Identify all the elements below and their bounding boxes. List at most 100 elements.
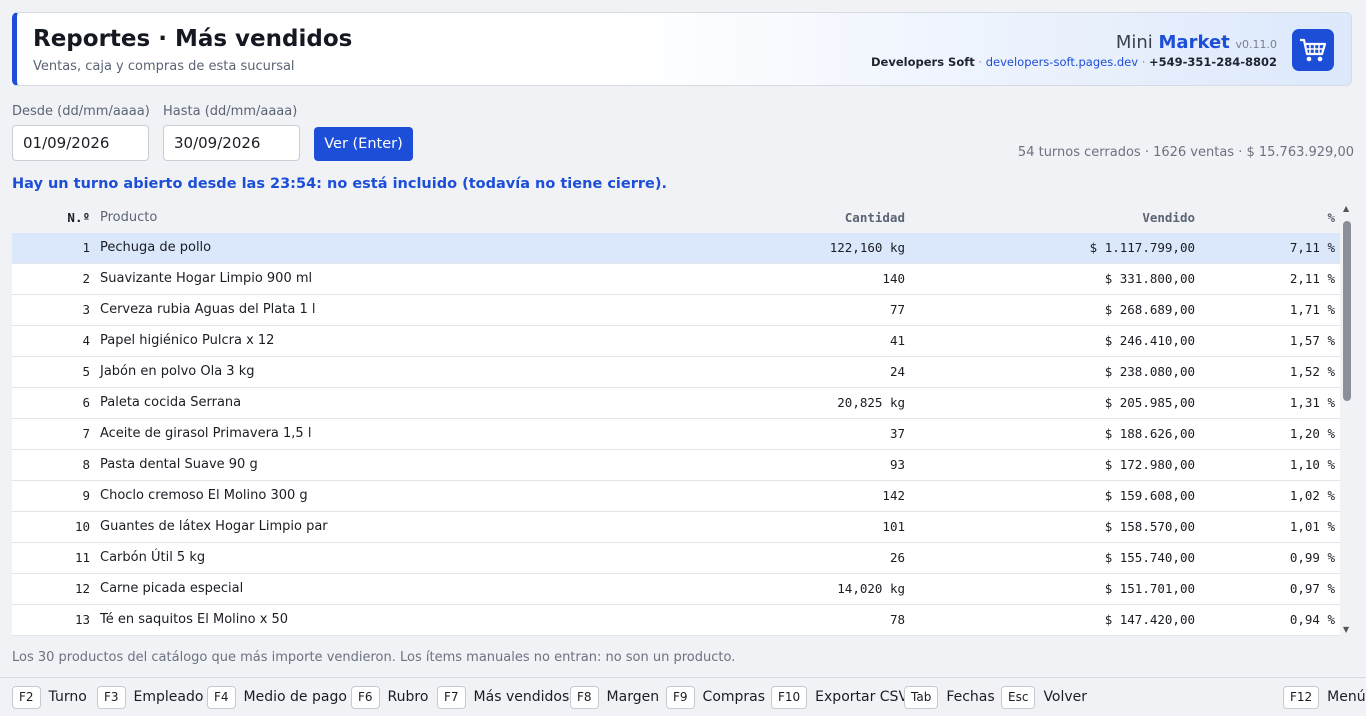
shortcut-f9[interactable]: F9 Compras bbox=[666, 684, 765, 710]
table-row[interactable]: 3 Cerveza rubia Aguas del Plata 1 l 77 $ 26… bbox=[12, 295, 1340, 326]
shortcut-f10[interactable]: F10 Exportar CSV bbox=[771, 684, 908, 710]
header-product[interactable]: Producto bbox=[100, 202, 157, 233]
table-row[interactable]: 11 Carbón Útil 5 kg 26 $ 155.740,00 0,99 % bbox=[12, 543, 1340, 574]
shortcut-label: Empleado bbox=[133, 689, 204, 705]
shortcut-f4[interactable]: F4 Medio de pago bbox=[207, 684, 347, 710]
shortcut-f7[interactable]: F7 Más vendidos bbox=[437, 684, 569, 710]
row-sold: $ 205.985,00 bbox=[1104, 395, 1195, 410]
table-row[interactable]: 1 Pechuga de pollo 122,160 kg $ 1.117.799,0… bbox=[12, 233, 1340, 264]
row-sold: $ 159.608,00 bbox=[1104, 488, 1195, 503]
shortcut-label: Medio de pago bbox=[243, 689, 347, 705]
row-sold: $ 268.689,00 bbox=[1104, 302, 1195, 317]
brand-word-2: Market bbox=[1158, 32, 1230, 53]
row-number: 6 bbox=[82, 395, 90, 410]
company-url[interactable]: developers-soft.pages.dev bbox=[986, 55, 1138, 69]
row-quantity: 24 bbox=[889, 364, 905, 379]
row-sold: $ 155.740,00 bbox=[1104, 550, 1195, 565]
brand-name: Mini Market v0.11.0 bbox=[1116, 32, 1277, 53]
separator: · bbox=[978, 55, 983, 69]
company-contact: Developers Soft · developers-soft.pages.… bbox=[871, 55, 1277, 69]
shortcut-f6[interactable]: F6 Rubro bbox=[351, 684, 428, 710]
table-header: N.º Producto Cantidad Vendido % bbox=[12, 202, 1340, 234]
row-product: Suavizante Hogar Limpio 900 ml bbox=[100, 271, 313, 286]
header-num[interactable]: N.º bbox=[67, 202, 90, 233]
table-footnote: Los 30 productos del catálogo que más im… bbox=[12, 650, 736, 665]
row-number: 10 bbox=[74, 519, 90, 534]
row-quantity: 101 bbox=[882, 519, 905, 534]
header-sold[interactable]: Vendido bbox=[1142, 202, 1195, 233]
table-row[interactable]: 12 Carne picada especial 14,020 kg $ 151.70… bbox=[12, 574, 1340, 605]
shortcut-f2[interactable]: F2 Turno bbox=[12, 684, 87, 710]
table-row[interactable]: 9 Choclo cremoso El Molino 300 g 142 $ 159.… bbox=[12, 481, 1340, 512]
brand-word-1: Mini bbox=[1115, 32, 1153, 53]
row-quantity: 78 bbox=[889, 612, 905, 627]
row-number: 4 bbox=[82, 333, 90, 348]
row-number: 8 bbox=[82, 457, 90, 472]
row-sold: $ 1.117.799,00 bbox=[1089, 240, 1195, 255]
shortcut-key: Esc bbox=[1001, 685, 1036, 709]
table-row[interactable]: 13 Té en saquitos El Molino x 50 78 $ 147.4… bbox=[12, 605, 1340, 636]
row-product: Pasta dental Suave 90 g bbox=[100, 457, 258, 472]
table-row[interactable]: 7 Aceite de girasol Primavera 1,5 l 37 $ 18… bbox=[12, 419, 1340, 450]
row-number: 5 bbox=[82, 364, 90, 379]
from-date-input[interactable] bbox=[12, 125, 149, 161]
row-number: 13 bbox=[74, 612, 90, 627]
shortcut-key: F12 bbox=[1283, 685, 1320, 709]
row-number: 11 bbox=[74, 550, 90, 565]
shortcut-label: Exportar CSV bbox=[815, 689, 909, 705]
row-sold: $ 246.410,00 bbox=[1104, 333, 1195, 348]
separator: · bbox=[1141, 55, 1146, 69]
shortcut-label: Rubro bbox=[387, 689, 429, 705]
header-percent[interactable]: % bbox=[1327, 202, 1335, 233]
shortcut-key: F2 bbox=[12, 685, 41, 709]
table-row[interactable]: 4 Papel higiénico Pulcra x 12 41 $ 246.410,… bbox=[12, 326, 1340, 357]
scrollbar-thumb[interactable] bbox=[1343, 221, 1351, 401]
row-percent: 7,11 % bbox=[1289, 240, 1335, 255]
row-percent: 0,97 % bbox=[1289, 581, 1335, 596]
shortcut-esc[interactable]: Esc Volver bbox=[1001, 684, 1087, 710]
row-percent: 0,94 % bbox=[1289, 612, 1335, 627]
table-scrollbar[interactable]: ▲ ▼ bbox=[1341, 204, 1353, 634]
row-sold: $ 188.626,00 bbox=[1104, 426, 1195, 441]
shortcut-key: F10 bbox=[771, 685, 808, 709]
row-number: 12 bbox=[74, 581, 90, 596]
row-product: Jabón en polvo Ola 3 kg bbox=[100, 364, 255, 379]
row-quantity: 142 bbox=[882, 488, 905, 503]
shortcut-label: Compras bbox=[702, 689, 766, 705]
row-quantity: 20,825 kg bbox=[837, 395, 905, 410]
row-product: Pechuga de pollo bbox=[100, 240, 212, 255]
scroll-down-icon[interactable]: ▼ bbox=[1343, 625, 1349, 634]
shortcut-label: Turno bbox=[48, 689, 87, 705]
row-product: Carbón Útil 5 kg bbox=[100, 550, 206, 565]
page-subtitle: Ventas, caja y compras de esta sucursal bbox=[33, 59, 295, 74]
shortcut-key: F3 bbox=[97, 685, 126, 709]
row-product: Choclo cremoso El Molino 300 g bbox=[100, 488, 308, 503]
table-row[interactable]: 8 Pasta dental Suave 90 g 93 $ 172.980,00 1,… bbox=[12, 450, 1340, 481]
table-row[interactable]: 2 Suavizante Hogar Limpio 900 ml 140 $ 331.… bbox=[12, 264, 1340, 295]
page-title: Reportes · Más vendidos bbox=[33, 26, 353, 52]
row-quantity: 77 bbox=[889, 302, 905, 317]
shortcut-label: Fechas bbox=[946, 689, 995, 705]
table-row[interactable]: 5 Jabón en polvo Ola 3 kg 24 $ 238.080,00 1,… bbox=[12, 357, 1340, 388]
open-shift-warning: Hay un turno abierto desde las 23:54: no… bbox=[12, 176, 667, 192]
table-row[interactable]: 10 Guantes de látex Hogar Limpio par 101 $ … bbox=[12, 512, 1340, 543]
row-sold: $ 151.701,00 bbox=[1104, 581, 1195, 596]
table-row[interactable]: 6 Paleta cocida Serrana 20,825 kg $ 205.985… bbox=[12, 388, 1340, 419]
company-name: Developers Soft bbox=[871, 55, 975, 69]
shortcut-f3[interactable]: F3 Empleado bbox=[97, 684, 203, 710]
row-percent: 1,52 % bbox=[1289, 364, 1335, 379]
company-phone: +549-351-284-8802 bbox=[1149, 55, 1277, 69]
shortcut-tab[interactable]: Tab Fechas bbox=[904, 684, 995, 710]
shortcut-key: F9 bbox=[666, 685, 695, 709]
header-quantity[interactable]: Cantidad bbox=[845, 202, 905, 233]
scroll-up-icon[interactable]: ▲ bbox=[1343, 204, 1349, 213]
shortcut-bar: F2 Turno F3 Empleado F4 Medio de pago F6 Rubro F… bbox=[0, 677, 1366, 716]
row-percent: 0,99 % bbox=[1289, 550, 1335, 565]
to-date-input[interactable] bbox=[163, 125, 300, 161]
shortcut-f8[interactable]: F8 Margen bbox=[570, 684, 659, 710]
shortcut-f12[interactable]: F12 Menú bbox=[1283, 684, 1366, 710]
shortcut-label: Margen bbox=[606, 689, 660, 705]
shortcut-key: Tab bbox=[904, 685, 939, 709]
shortcut-label: Volver bbox=[1043, 689, 1088, 705]
view-button[interactable]: Ver (Enter) bbox=[314, 127, 413, 161]
